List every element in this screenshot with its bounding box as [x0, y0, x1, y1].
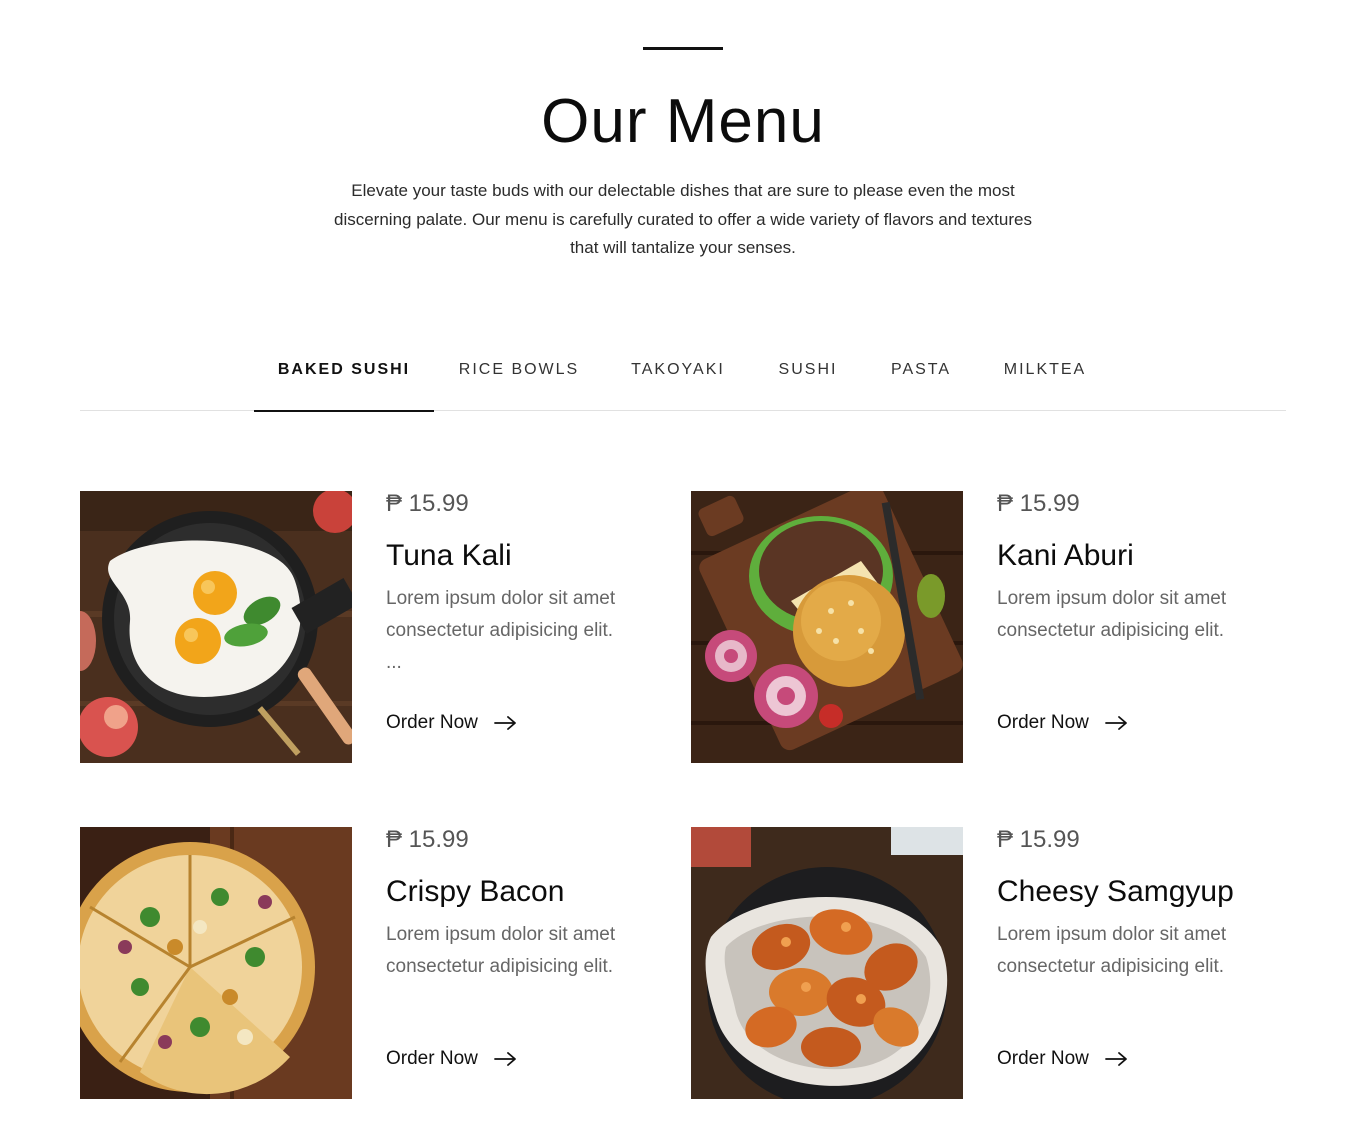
title-decoration-rule: [643, 47, 723, 50]
chicken-wings-image: [691, 827, 963, 1099]
order-now-link[interactable]: Order Now: [997, 1047, 1129, 1071]
item-description: Lorem ipsum dolor sit amet consectetur a…: [997, 924, 1227, 977]
menu-item-card: ₱ 15.99 Crispy Bacon Lorem ipsum dolor s…: [80, 827, 680, 1099]
tab-rice-bowls[interactable]: RICE BOWLS: [452, 340, 586, 410]
burger-image: [691, 491, 963, 763]
dish-image-burger[interactable]: [691, 491, 963, 763]
dish-image-pizza[interactable]: [80, 827, 352, 1099]
item-name: Kani Aburi: [997, 539, 1134, 572]
arrow-right-icon: [493, 1052, 516, 1066]
tab-sushi[interactable]: SUSHI: [772, 340, 844, 410]
dish-image-chicken-wings[interactable]: [691, 827, 963, 1099]
menu-item-card: ₱ 15.99 Cheesy Samgyup Lorem ipsum dolor…: [691, 827, 1291, 1099]
item-price: ₱ 15.99: [386, 826, 469, 853]
order-now-link[interactable]: Order Now: [386, 1047, 518, 1071]
arrow-right-icon: [1104, 1052, 1127, 1066]
item-name: Crispy Bacon: [386, 875, 565, 908]
item-price: ₱ 15.99: [997, 490, 1080, 517]
page-title: Our Menu: [541, 87, 825, 156]
item-description: Lorem ipsum dolor sit amet consectetur a…: [997, 588, 1227, 641]
menu-item-card: ₱ 15.99 Kani Aburi Lorem ipsum dolor sit…: [691, 491, 1291, 763]
tab-pasta[interactable]: PASTA: [882, 340, 960, 410]
order-now-label: Order Now: [997, 712, 1089, 733]
order-now-label: Order Now: [386, 712, 478, 733]
fried-eggs-image: [80, 491, 352, 763]
menu-category-tabs: BAKED SUSHI RICE BOWLS TAKOYAKI SUSHI PA…: [80, 340, 1286, 412]
order-now-link[interactable]: Order Now: [997, 711, 1129, 735]
item-price: ₱ 15.99: [997, 826, 1080, 853]
item-description: Lorem ipsum dolor sit amet consectetur a…: [386, 924, 616, 977]
order-now-label: Order Now: [386, 1048, 478, 1069]
tab-milktea[interactable]: MILKTEA: [998, 340, 1092, 410]
menu-item-card: ₱ 15.99 Tuna Kali Lorem ipsum dolor sit …: [80, 491, 680, 763]
item-name: Tuna Kali: [386, 539, 512, 572]
arrow-right-icon: [493, 716, 516, 730]
item-description: Lorem ipsum dolor sit amet consectetur a…: [386, 588, 616, 673]
intro-text: Elevate your taste buds with our delecta…: [334, 181, 1032, 257]
order-now-link[interactable]: Order Now: [386, 711, 518, 735]
arrow-right-icon: [1104, 716, 1127, 730]
tab-takoyaki[interactable]: TAKOYAKI: [624, 340, 732, 410]
tab-baked-sushi[interactable]: BAKED SUSHI: [254, 340, 434, 412]
order-now-label: Order Now: [997, 1048, 1089, 1069]
item-price: ₱ 15.99: [386, 490, 469, 517]
pizza-image: [80, 827, 352, 1099]
item-name: Cheesy Samgyup: [997, 875, 1234, 908]
dish-image-fried-eggs[interactable]: [80, 491, 352, 763]
